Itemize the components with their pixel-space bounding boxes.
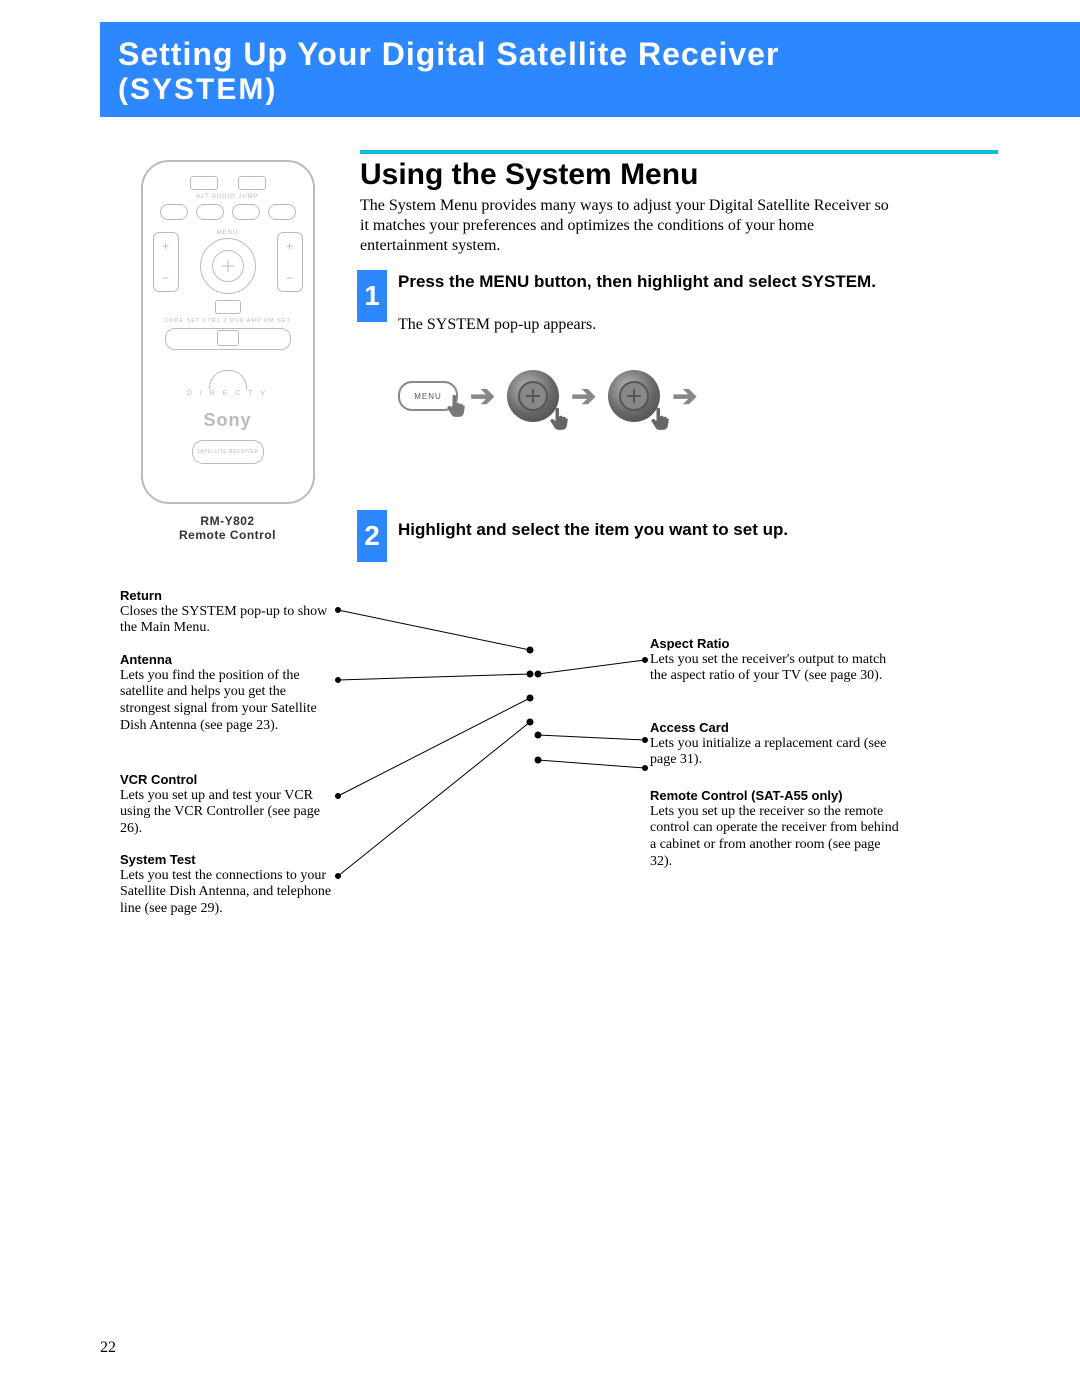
remote-bottom-labels: CODE SET VTR1 2 DVD AMP RM SET: [143, 318, 313, 324]
dpad-navigate-icon: [507, 370, 559, 422]
section-title: Using the System Menu: [360, 158, 698, 192]
remote-caption: RM-Y802 Remote Control: [130, 514, 325, 542]
banner-title: Setting Up Your Digital Satellite Receiv…: [118, 36, 1062, 73]
callout-aspect-title: Aspect Ratio: [650, 636, 900, 652]
hand-pointer-icon: [442, 393, 470, 421]
callout-aspect-ratio: Aspect Ratio Lets you set the receiver's…: [650, 636, 900, 685]
chapter-banner: Setting Up Your Digital Satellite Receiv…: [100, 22, 1080, 117]
callout-access-card: Access Card Lets you initialize a replac…: [650, 720, 900, 769]
hand-pointer-icon: [545, 406, 573, 434]
callout-card-body: Lets you initialize a replacement card (…: [650, 736, 886, 768]
button-sequence-row: MENU ➔ ➔ ➔: [398, 370, 697, 422]
satellite-receiver-badge: SATELLITE RECEIVER: [192, 440, 264, 464]
remote-mode-slider: [165, 328, 291, 350]
remote-model: RM-Y802: [200, 514, 254, 528]
hand-pointer-icon: [646, 406, 674, 434]
callout-return: Return Closes the SYSTEM pop-up to show …: [120, 588, 340, 637]
callout-antenna-title: Antenna: [120, 652, 340, 668]
remote-exit-button: [215, 300, 241, 314]
callout-return-body: Closes the SYSTEM pop-up to show the Mai…: [120, 604, 327, 636]
callout-card-title: Access Card: [650, 720, 900, 736]
remote-body: ALT.AUDIO JUMP MENU +− +− CODE SET VTR1 …: [141, 160, 315, 504]
callout-return-title: Return: [120, 588, 340, 604]
callout-vcr: VCR Control Lets you set up and test you…: [120, 772, 340, 838]
directv-label: D I R E C T V: [143, 390, 313, 397]
page-number: 22: [100, 1339, 116, 1357]
step-number-1: 1: [357, 270, 387, 322]
arrow-icon: ➔: [672, 379, 697, 414]
callout-vcr-body: Lets you set up and test your VCR using …: [120, 788, 320, 837]
callout-antenna: Antenna Lets you find the position of th…: [120, 652, 340, 735]
banner-subtitle: (SYSTEM): [118, 73, 1062, 108]
remote-caption-sub: Remote Control: [130, 528, 325, 542]
arrow-icon: ➔: [571, 379, 596, 414]
callout-systest-title: System Test: [120, 852, 340, 868]
menu-button-label: MENU: [414, 392, 442, 401]
callout-rc-body: Lets you set up the receiver so the remo…: [650, 804, 899, 869]
remote-dpad: [200, 238, 256, 294]
callout-vcr-title: VCR Control: [120, 772, 340, 788]
remote-top-labels: ALT.AUDIO JUMP: [143, 194, 313, 200]
menu-callout-diagram: Return Closes the SYSTEM pop-up to show …: [120, 580, 940, 960]
remote-ch-rocker: +−: [277, 232, 303, 292]
step-1-text: Press the MENU button, then highlight an…: [398, 272, 888, 292]
step-2-text: Highlight and select the item you want t…: [398, 520, 888, 540]
callout-rc-title: Remote Control (SAT-A55 only): [650, 788, 900, 804]
arrow-icon: ➔: [470, 379, 495, 414]
remote-vol-rocker: +−: [153, 232, 179, 292]
step-number-2: 2: [357, 510, 387, 562]
callout-systest-body: Lets you test the connections to your Sa…: [120, 868, 331, 917]
section-rule: [360, 150, 998, 154]
remote-illustration: ALT.AUDIO JUMP MENU +− +− CODE SET VTR1 …: [130, 160, 325, 542]
callout-remote-control: Remote Control (SAT-A55 only) Lets you s…: [650, 788, 900, 871]
directv-arc-icon: [209, 370, 247, 389]
step-1-note: The SYSTEM pop-up appears.: [398, 316, 888, 334]
brand-logo: Sony: [143, 410, 313, 431]
intro-paragraph: The System Menu provides many ways to ad…: [360, 196, 890, 256]
callout-antenna-body: Lets you find the position of the satell…: [120, 668, 317, 733]
callout-system-test: System Test Lets you test the connection…: [120, 852, 340, 918]
dpad-select-icon: [608, 370, 660, 422]
callout-aspect-body: Lets you set the receiver's output to ma…: [650, 652, 886, 684]
menu-button-icon: MENU: [398, 381, 458, 411]
